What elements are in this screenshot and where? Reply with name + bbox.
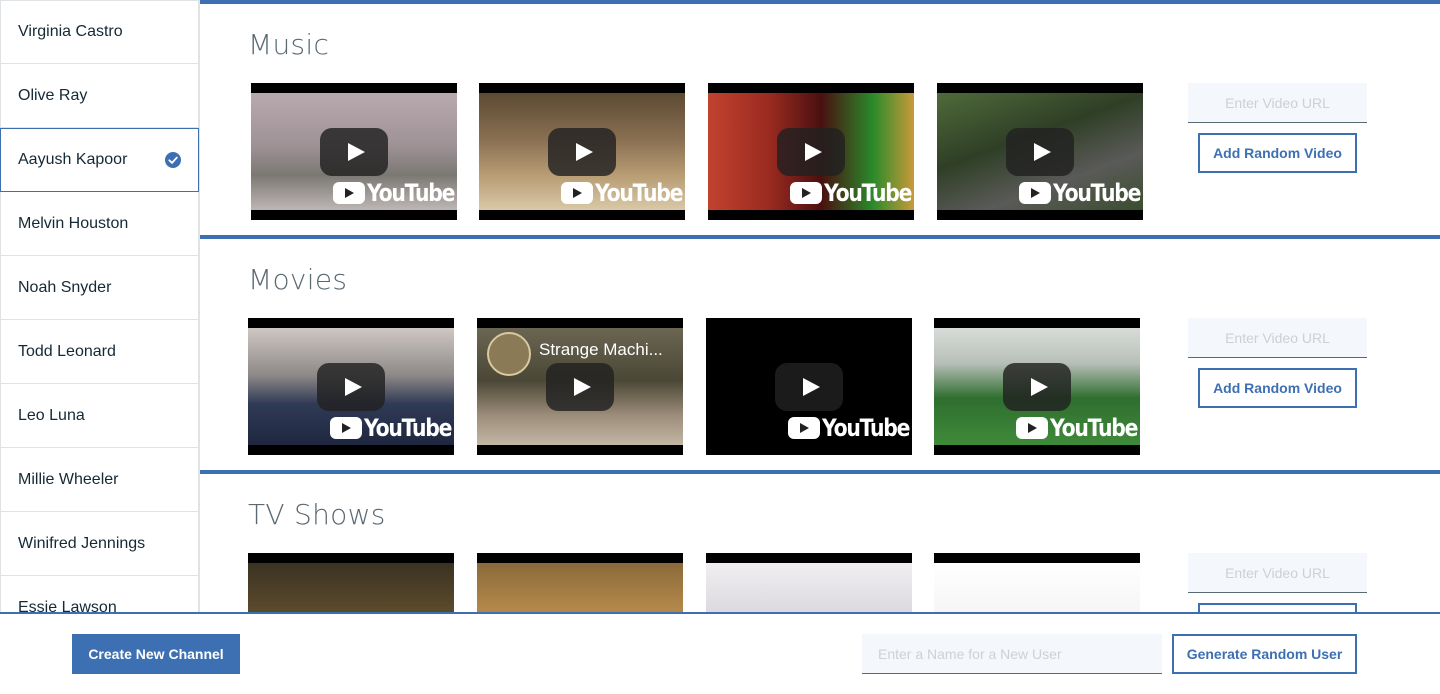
play-icon[interactable] [1003,363,1071,411]
user-name: Aayush Kapoor [18,151,128,168]
play-icon[interactable] [775,363,843,411]
youtube-play-icon [330,417,362,439]
play-icon[interactable] [546,363,614,411]
user-list-item[interactable]: Essie Lawson [0,576,199,612]
channel-section: Music YouTube YouTube YouTube YouTube Add Ran… [200,0,1440,235]
play-icon[interactable] [317,363,385,411]
channel-avatar [487,332,531,376]
video-thumbnail[interactable]: Strange Machi... [477,318,683,455]
youtube-logo: YouTube [561,179,685,207]
user-name: Virginia Castro [18,23,123,40]
video-frame [934,563,1140,612]
user-name: Leo Luna [18,406,85,424]
youtube-wordmark: YouTube [364,414,452,442]
youtube-wordmark: YouTube [824,179,912,207]
video-thumbnail[interactable] [248,553,454,612]
youtube-wordmark: YouTube [1050,414,1138,442]
user-name: Winifred Jennings [18,534,146,552]
youtube-logo: YouTube [1016,414,1140,442]
add-random-video-button[interactable]: Add Random Video [1198,368,1357,408]
youtube-logo: YouTube [1019,179,1143,207]
video-title: Strange Machi... [539,340,663,359]
video-thumbnail[interactable]: YouTube [934,318,1140,455]
user-list-item[interactable]: Millie Wheeler [0,448,199,512]
youtube-logo: YouTube [790,179,914,207]
create-new-channel-button[interactable]: Create New Channel [72,634,240,674]
youtube-play-icon [790,182,822,204]
video-thumbnail[interactable]: YouTube [937,83,1143,220]
user-list-item[interactable]: Olive Ray [0,64,199,128]
video-frame [706,563,912,612]
user-list-item[interactable]: Melvin Houston [0,192,199,256]
youtube-wordmark: YouTube [822,414,910,442]
play-icon[interactable] [1006,128,1074,176]
user-list-item[interactable]: Winifred Jennings [0,512,199,576]
play-icon[interactable] [548,128,616,176]
user-list-item[interactable]: Todd Leonard [0,320,199,384]
user-name: Melvin Houston [18,214,129,232]
user-list-item[interactable]: Virginia Castro [0,0,199,64]
user-list: Virginia Castro Olive Ray Aayush Kapoor Mel… [0,0,200,612]
video-url-input[interactable] [1188,83,1367,123]
checkmark-circle-icon [165,152,181,168]
youtube-wordmark: YouTube [367,179,455,207]
user-name: Todd Leonard [18,342,116,360]
user-name: Millie Wheeler [18,470,119,488]
footer-bar: Create New Channel Generate Random User [0,612,1440,694]
channel-section: Movies YouTube Strange Machi... YouTube YouT… [200,235,1440,470]
video-frame [248,563,454,612]
youtube-wordmark: YouTube [1053,179,1141,207]
channel-section: TV Shows Add Random Video [200,470,1440,612]
channel-title: Music [248,28,330,61]
channel-title: Movies [248,263,348,296]
video-url-input[interactable] [1188,318,1367,358]
youtube-play-icon [1019,182,1051,204]
user-name: Noah Snyder [18,278,112,296]
youtube-play-icon [788,417,820,439]
youtube-play-icon [333,182,365,204]
add-random-video-button[interactable]: Add Random Video [1198,133,1357,173]
video-thumbnail[interactable]: YouTube [706,318,912,455]
channel-area: Music YouTube YouTube YouTube YouTube Add Ran… [200,0,1440,612]
video-thumbnail[interactable]: YouTube [479,83,685,220]
video-thumbnail[interactable] [477,553,683,612]
youtube-logo: YouTube [333,179,457,207]
video-thumbnail[interactable]: YouTube [251,83,457,220]
video-thumbnail[interactable]: YouTube [708,83,914,220]
youtube-play-icon [1016,417,1048,439]
video-url-input[interactable] [1188,553,1367,593]
youtube-logo: YouTube [330,414,454,442]
user-list-item[interactable]: Leo Luna [0,384,199,448]
youtube-logo: YouTube [788,414,912,442]
user-name: Olive Ray [18,86,88,104]
youtube-play-icon [561,182,593,204]
generate-random-user-button[interactable]: Generate Random User [1172,634,1357,674]
user-list-item[interactable]: Aayush Kapoor [0,128,199,192]
new-user-name-input[interactable] [862,634,1162,674]
user-name: Essie Lawson [18,598,117,613]
video-frame [477,563,683,612]
play-icon[interactable] [320,128,388,176]
video-thumbnail[interactable] [934,553,1140,612]
play-icon[interactable] [777,128,845,176]
channel-title: TV Shows [248,498,386,531]
youtube-wordmark: YouTube [595,179,683,207]
add-random-video-button[interactable]: Add Random Video [1198,603,1357,612]
video-thumbnail[interactable] [706,553,912,612]
video-thumbnail[interactable]: YouTube [248,318,454,455]
user-list-item[interactable]: Noah Snyder [0,256,199,320]
